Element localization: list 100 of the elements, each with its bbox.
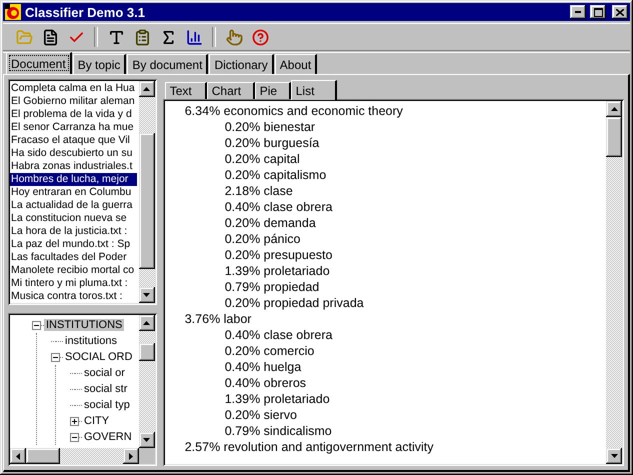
- tab[interactable]: By document: [127, 54, 208, 74]
- expand-icon[interactable]: [70, 416, 79, 426]
- term-item: 0.40% clase obrera: [224, 327, 334, 343]
- topic-item: 6.34% economics and economic theory: [184, 103, 404, 119]
- arrow-icon: [143, 438, 150, 442]
- document-icon: [42, 28, 58, 46]
- list-item[interactable]: Hoy entraran en Columbu: [10, 186, 137, 199]
- minimize-button[interactable]: [570, 5, 586, 19]
- arrow-icon: [128, 452, 133, 460]
- arrow-icon: [610, 454, 618, 458]
- arrow-icon: [143, 321, 150, 325]
- scroll-down-button[interactable]: [138, 432, 155, 448]
- term-item: 0.40% clase obrera: [224, 199, 334, 215]
- term-item: 0.20% demanda: [224, 215, 317, 231]
- term-item: 1.39% proletariado: [224, 391, 331, 407]
- term-item: 0.79% sindicalismo: [224, 423, 333, 439]
- list-item[interactable]: Musica contra toros.txt :: [10, 290, 137, 303]
- arrow-icon: [143, 87, 150, 91]
- scroll-thumb[interactable]: [26, 448, 60, 464]
- term-item: 0.20% burguesía: [224, 135, 320, 151]
- list-item[interactable]: Habra zonas industriales.t: [10, 160, 137, 173]
- list-item[interactable]: Completa calma en la Hua: [10, 82, 137, 95]
- term-item: 0.20% siervo: [224, 407, 298, 423]
- tree-item[interactable]: CITY: [82, 415, 112, 427]
- list-item[interactable]: La hora de la justicia.txt :: [10, 225, 137, 238]
- list-item[interactable]: La constitucion nueva se: [10, 212, 137, 225]
- list-item[interactable]: Ha sido descubierto un su: [10, 147, 137, 160]
- list-item[interactable]: La paz del mundo.txt : Sp: [10, 238, 137, 251]
- topic-item: 3.76% labor: [184, 311, 252, 327]
- tab[interactable]: Dictionary: [209, 54, 274, 74]
- list-item[interactable]: El Gobierno militar aleman: [10, 95, 137, 108]
- tree-item[interactable]: institutions: [63, 335, 119, 347]
- term-item: 0.20% presupuesto: [224, 247, 334, 263]
- list-item[interactable]: La actualidad de la guerra: [10, 199, 137, 212]
- scroll-up-button[interactable]: [138, 315, 155, 331]
- window-title: Classifier Demo 3.1: [25, 4, 146, 20]
- term-item: 1.39% proletariado: [224, 263, 331, 279]
- tab[interactable]: Pie: [254, 82, 291, 99]
- tab[interactable]: Document: [6, 52, 72, 74]
- arrow-icon: [16, 452, 20, 460]
- tab[interactable]: Chart: [206, 82, 255, 99]
- term-item: 0.20% propiedad privada: [224, 295, 365, 311]
- list-item[interactable]: Mi tintero y mi pluma.txt :: [10, 277, 137, 290]
- collapse-icon[interactable]: [51, 352, 60, 362]
- tree-item[interactable]: social str: [82, 383, 130, 395]
- bar-chart-icon: [186, 28, 202, 46]
- help-icon: [252, 28, 268, 46]
- tree-item[interactable]: GOVERN: [82, 431, 134, 443]
- close-icon: [616, 8, 624, 16]
- close-button[interactable]: [612, 5, 628, 19]
- scroll-thumb[interactable]: [138, 342, 155, 361]
- scroll-down-button[interactable]: [138, 287, 155, 303]
- list-item[interactable]: Fracaso el ataque que Vil: [10, 134, 137, 147]
- tree-item[interactable]: social or: [82, 367, 127, 379]
- list-item[interactable]: El senor Carranza ha mue: [10, 121, 137, 134]
- term-item: 0.20% comercio: [224, 343, 316, 359]
- term-item: 0.20% capitalismo: [224, 167, 328, 183]
- arrow-icon: [610, 107, 618, 111]
- topic-item: 2.57% revolution and antigovernment activity: [184, 439, 434, 455]
- term-item: 0.20% pánico: [224, 231, 302, 247]
- scroll-up-button[interactable]: [606, 101, 622, 117]
- tab[interactable]: List: [290, 80, 337, 100]
- scrollbar[interactable]: [138, 315, 155, 448]
- font-icon: [108, 28, 124, 46]
- list-item[interactable]: Las facultades del Poder: [10, 251, 137, 264]
- term-item: 0.20% capital: [224, 151, 301, 167]
- collapse-icon[interactable]: [32, 320, 41, 330]
- scroll-left-button[interactable]: [10, 448, 26, 464]
- tree-item[interactable]: SOCIAL ORD: [63, 351, 134, 363]
- tree-item[interactable]: INSTITUTIONS: [44, 319, 124, 331]
- list-item[interactable]: El problema de la vida y d: [10, 108, 137, 121]
- maximize-button[interactable]: [590, 5, 606, 19]
- clipboard-icon: [134, 28, 150, 46]
- list-item[interactable]: Manolete recibio mortal co: [10, 264, 137, 277]
- arrow-icon: [143, 293, 150, 297]
- scroll-right-button[interactable]: [122, 448, 139, 464]
- collapse-icon[interactable]: [70, 432, 79, 442]
- tab[interactable]: Text: [164, 82, 207, 99]
- tab[interactable]: By topic: [72, 54, 126, 74]
- term-item: 0.40% huelga: [224, 359, 302, 375]
- tab[interactable]: About: [274, 54, 318, 74]
- tree-item[interactable]: social typ: [82, 399, 132, 411]
- term-item: 0.79% propiedad: [224, 279, 320, 295]
- folder-icon: [16, 28, 32, 46]
- term-item: 0.20% bienestar: [224, 119, 316, 135]
- app-icon: [5, 4, 21, 20]
- list-item[interactable]: Hombres de lucha, mejor: [10, 173, 137, 186]
- maximize-icon: [594, 8, 602, 16]
- scrollbar[interactable]: [10, 448, 155, 464]
- scroll-thumb[interactable]: [138, 133, 155, 269]
- scroll-down-button[interactable]: [606, 448, 622, 464]
- pointing-hand-icon: [226, 28, 242, 46]
- scroll-thumb[interactable]: [606, 117, 622, 157]
- minimize-icon: [575, 11, 581, 13]
- term-item: 2.18% clase: [224, 183, 294, 199]
- scroll-up-button[interactable]: [138, 81, 155, 97]
- scrollbar[interactable]: [138, 81, 155, 303]
- scrollbar-corner: [138, 448, 155, 464]
- term-item: 0.40% obreros: [224, 375, 308, 391]
- scrollbar[interactable]: [606, 101, 622, 464]
